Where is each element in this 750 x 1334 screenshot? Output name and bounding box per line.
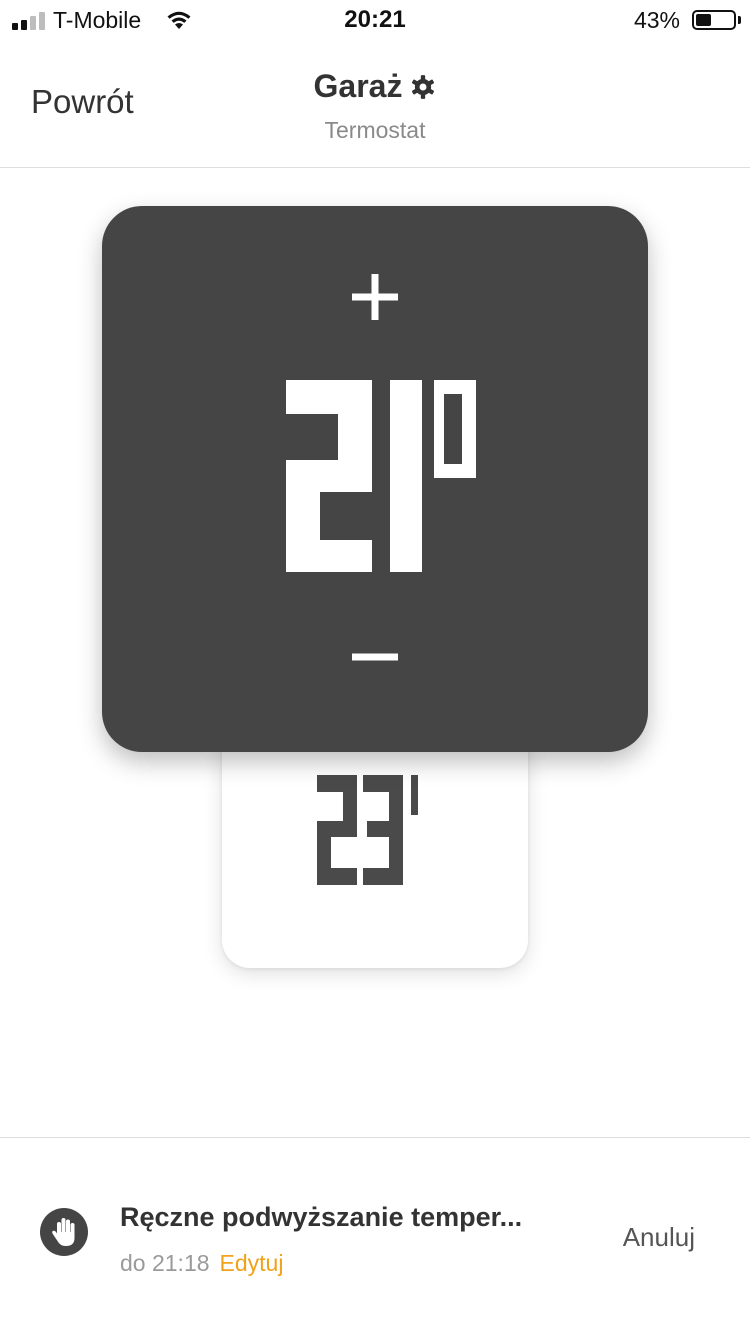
boost-end-time: do 21:18 — [120, 1250, 210, 1276]
minus-icon — [352, 653, 398, 661]
nav-title-group: Garaż Termostat — [0, 68, 750, 144]
thermostat-base: 23 — [222, 730, 528, 968]
setpoint-display — [286, 380, 476, 572]
decrease-temperature-button[interactable] — [350, 632, 400, 682]
battery-icon — [692, 10, 736, 30]
thermostat-screen: 21° — [102, 206, 648, 752]
status-bar: T-Mobile 20:21 43% — [0, 0, 750, 40]
current-temperature-display — [317, 775, 418, 885]
cancel-button[interactable]: Anuluj — [623, 1222, 695, 1253]
mode-title: Ręczne podwyższanie temper... — [120, 1202, 523, 1232]
gear-icon[interactable] — [410, 74, 436, 100]
manual-boost-status: Ręczne podwyższanie temper... do 21:18 Ed… — [0, 1138, 750, 1334]
increase-temperature-button[interactable] — [350, 272, 400, 322]
device-type-subtitle: Termostat — [324, 117, 426, 143]
hand-icon — [40, 1208, 88, 1256]
mode-details: do 21:18 Edytuj — [120, 1250, 283, 1277]
navigation-bar: Powrót Garaż Termostat — [0, 40, 750, 168]
battery-terminal — [738, 16, 741, 24]
battery-percentage: 43% — [633, 7, 680, 33]
room-title[interactable]: Garaż — [314, 68, 437, 105]
room-name: Garaż — [313, 68, 403, 104]
setpoint-text: 21° — [102, 206, 103, 207]
battery-level-fill — [696, 14, 711, 26]
edit-link[interactable]: Edytuj — [220, 1250, 284, 1276]
